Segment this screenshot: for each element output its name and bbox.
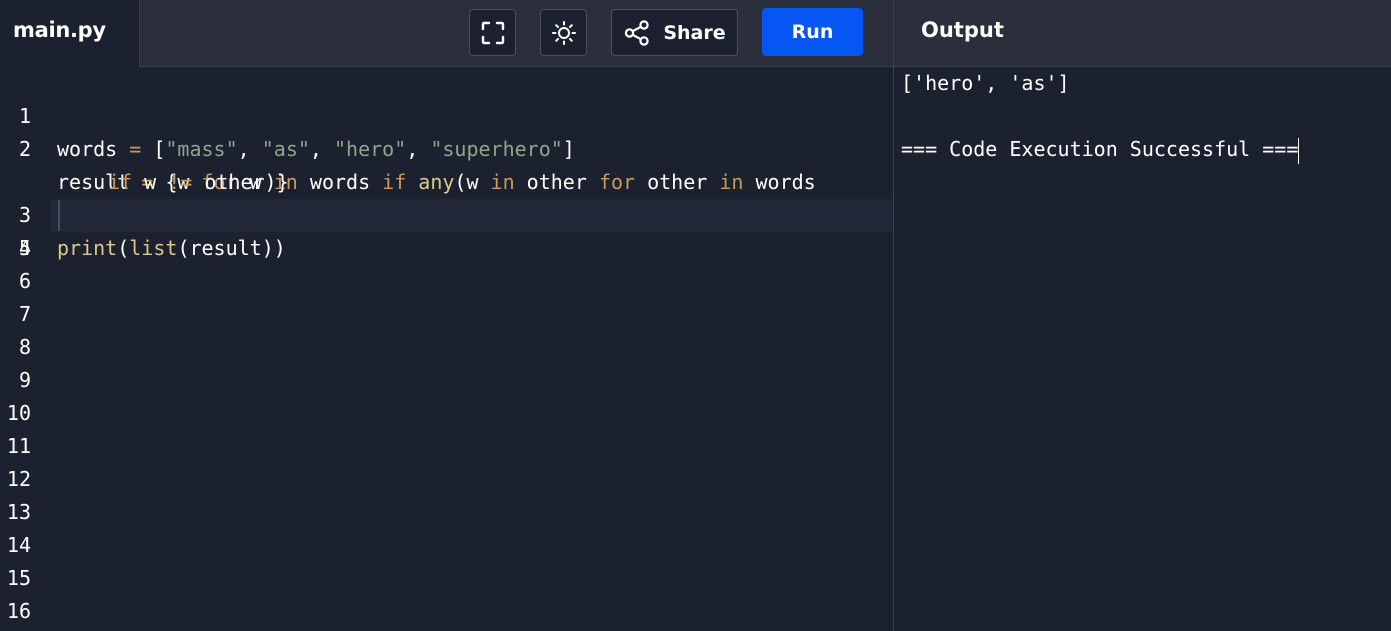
line-number: 6 — [18, 269, 31, 293]
file-tab[interactable]: main.py — [0, 0, 140, 67]
code-line[interactable]: 13 — [0, 496, 893, 529]
line-number: 3 — [18, 203, 31, 227]
code-line[interactable]: 11 — [0, 430, 893, 463]
code-line[interactable]: 9 — [0, 364, 893, 397]
run-button[interactable]: Run — [762, 8, 863, 56]
line-number: 14 — [6, 533, 31, 557]
line-number: 8 — [18, 335, 31, 359]
line-number: 15 — [6, 566, 31, 590]
output-title: Output — [921, 18, 1004, 42]
code-line-wrap[interactable]: if w != other)} — [0, 133, 893, 194]
line-number: 16 — [6, 599, 31, 623]
code-line[interactable]: 3 print(list(result)) — [0, 166, 893, 260]
code-line[interactable]: 1 words = ["mass", "as", "hero", "superh… — [0, 67, 893, 161]
code-line[interactable]: 6 — [0, 265, 893, 298]
code-line[interactable]: 5 — [0, 232, 893, 265]
code-line[interactable]: 8 — [0, 331, 893, 364]
line-number: 7 — [18, 302, 31, 326]
text-cursor — [58, 200, 60, 231]
line-number: 5 — [18, 236, 31, 260]
line-number: 12 — [6, 467, 31, 491]
code-line[interactable]: 14 — [0, 529, 893, 562]
file-name: main.py — [13, 18, 106, 42]
share-button[interactable]: Share — [611, 9, 738, 56]
output-panel[interactable]: ['hero', 'as'] === Code Execution Succes… — [893, 67, 1391, 631]
fullscreen-icon — [481, 21, 504, 44]
sun-icon — [551, 20, 576, 45]
code-line[interactable]: 10 — [0, 397, 893, 430]
code-line-active[interactable]: 4 — [19, 199, 893, 260]
output-cursor — [1298, 137, 1300, 164]
top-bar: main.py Share Run Output — [0, 0, 1391, 67]
fullscreen-button[interactable] — [469, 9, 516, 56]
line-number: 10 — [6, 401, 31, 425]
code-line[interactable]: 2 result = {w for w in words if any(w in… — [0, 100, 893, 194]
code-line[interactable]: 12 — [0, 463, 893, 496]
share-label: Share — [663, 21, 726, 44]
share-icon — [625, 19, 650, 46]
line-number: 9 — [18, 368, 31, 392]
output-line: ['hero', 'as'] — [901, 71, 1070, 95]
code-editor[interactable]: 1 words = ["mass", "as", "hero", "superh… — [0, 67, 893, 631]
line-number: 13 — [6, 500, 31, 524]
run-label: Run — [791, 21, 834, 43]
line-number: 11 — [6, 434, 31, 458]
code-line[interactable]: 7 — [0, 298, 893, 331]
output-line: === Code Execution Successful === — [901, 133, 1300, 166]
code-line[interactable]: 15 — [0, 562, 893, 595]
theme-toggle-button[interactable] — [540, 9, 587, 56]
code-line[interactable]: 16 — [0, 595, 893, 628]
output-header: Output — [893, 0, 1391, 67]
